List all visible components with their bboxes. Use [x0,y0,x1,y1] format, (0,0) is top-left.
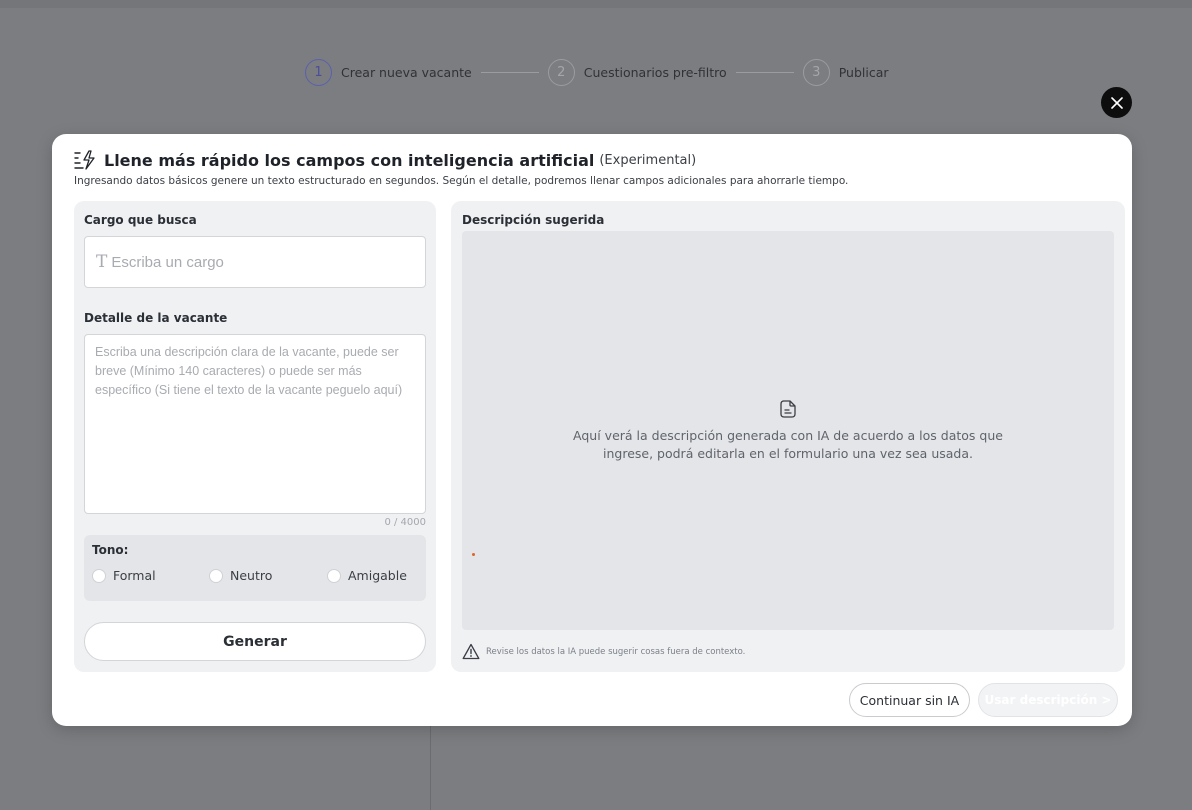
radio-button[interactable] [327,568,341,583]
ai-sparkle-form-icon [74,150,95,170]
radio-label: Neutro [230,568,273,583]
text-icon: T [96,252,108,272]
tono-option-neutro[interactable]: Neutro [209,568,272,583]
experimental-tag: (Experimental) [599,152,697,168]
continuar-sin-ia-button[interactable]: Continuar sin IA [849,683,970,717]
character-counter: 0 / 4000 [384,517,426,528]
warning-icon [462,643,480,660]
cargo-field[interactable]: T [84,236,426,288]
radio-button[interactable] [92,568,106,583]
suggested-description-area[interactable]: Aquí verá la descripción generada con IA… [462,231,1114,630]
generar-button[interactable]: Generar [84,622,426,661]
backdrop-divider [430,726,431,810]
modal-title: Llene más rápido los campos con intelige… [104,150,595,170]
step-cuestionarios[interactable]: 2 Cuestionarios pre-filtro [547,58,727,86]
radio-button[interactable] [209,568,223,583]
stepper: 1 Crear nueva vacante 2 Cuestionarios pr… [305,58,889,86]
detalle-field[interactable] [84,334,426,514]
input-panel: Cargo que busca T Detalle de la vacante … [74,201,436,672]
tono-option-formal[interactable]: Formal [92,568,156,583]
step-number: 3 [802,58,830,86]
detalle-label: Detalle de la vacante [84,311,228,325]
tono-group: Tono: Formal Neutro Amigable [84,535,426,601]
warning-text: Revise los datos la IA puede sugerir cos… [486,646,746,657]
cursor-indicator [472,553,475,556]
detalle-textarea[interactable] [95,343,415,505]
ai-assist-modal: Llene más rápido los campos con intelige… [52,134,1132,726]
step-number: 1 [305,58,332,86]
step-label: Publicar [838,64,889,80]
close-modal-button[interactable] [1101,87,1132,118]
step-label: Cuestionarios pre-filtro [583,64,727,80]
step-connector [480,71,539,73]
document-icon [780,400,796,418]
step-publicar[interactable]: 3 Publicar [802,58,889,86]
step-number: 2 [547,58,575,86]
close-icon [1110,96,1123,109]
tono-option-amigable[interactable]: Amigable [327,568,407,583]
step-label: Crear nueva vacante [341,64,472,80]
empty-state-message: Aquí verá la descripción generada con IA… [573,428,1003,461]
modal-subtitle: Ingresando datos básicos genere un texto… [74,175,849,187]
usar-descripcion-button[interactable]: Usar descripción > [978,683,1118,717]
radio-label: Amigable [348,568,407,583]
sugerida-label: Descripción sugerida [462,213,605,227]
ai-warning: Revise los datos la IA puede sugerir cos… [462,643,745,660]
modal-header: Llene más rápido los campos con intelige… [74,150,1110,187]
step-crear-vacante[interactable]: 1 Crear nueva vacante [305,58,472,86]
cargo-label: Cargo que busca [84,213,197,227]
suggestion-panel: Descripción sugerida Aquí verá la descri… [451,201,1125,672]
backdrop-top-bar [0,0,1192,8]
cargo-input[interactable] [111,253,402,271]
radio-label: Formal [113,568,156,583]
tono-label: Tono: [92,543,129,557]
step-connector [735,71,794,73]
